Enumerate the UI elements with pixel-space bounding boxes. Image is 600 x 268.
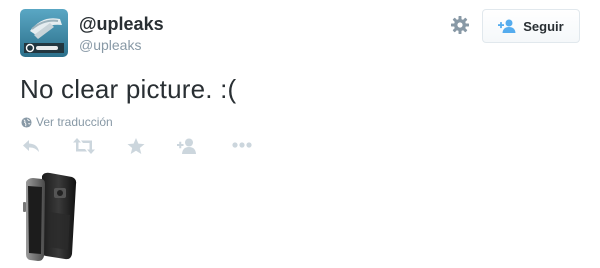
reply-icon[interactable] bbox=[22, 138, 40, 154]
retweet-icon[interactable] bbox=[73, 138, 95, 154]
gear-icon[interactable] bbox=[450, 15, 470, 35]
follow-label: Seguir bbox=[523, 18, 564, 34]
globe-icon bbox=[21, 116, 32, 128]
more-icon[interactable] bbox=[232, 142, 252, 148]
follow-user-icon[interactable] bbox=[177, 138, 197, 154]
media-thumbnail[interactable] bbox=[20, 172, 82, 262]
avatar[interactable] bbox=[20, 9, 68, 57]
phone-photo-thumbnail bbox=[23, 172, 77, 261]
translate-link[interactable]: Ver traducción bbox=[21, 115, 113, 129]
avatar-logo bbox=[20, 9, 68, 57]
follow-user-icon bbox=[498, 19, 516, 33]
favorite-icon[interactable] bbox=[127, 138, 145, 155]
tweet-text: No clear picture. :( bbox=[20, 74, 237, 104]
username[interactable]: @upleaks bbox=[79, 36, 141, 54]
follow-button[interactable]: Seguir bbox=[482, 9, 580, 43]
translate-label: Ver traducción bbox=[36, 115, 113, 129]
display-name[interactable]: @upleaks bbox=[79, 13, 164, 35]
